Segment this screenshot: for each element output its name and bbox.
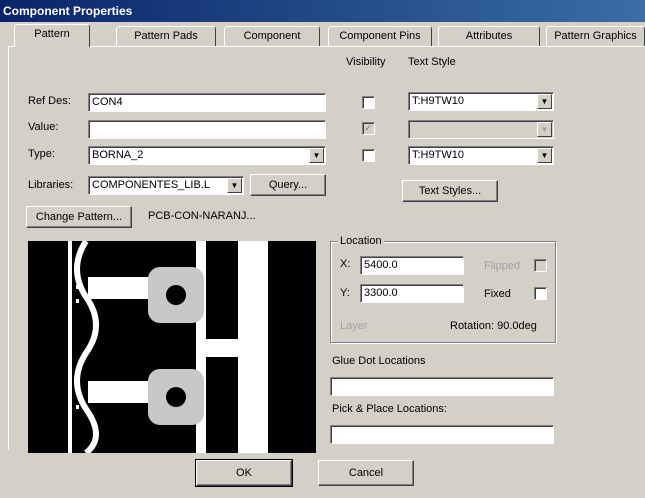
pattern-name: PCB-CON-NARANJ... [148, 210, 256, 222]
type-select[interactable]: BORNA_2 ▼ [88, 146, 326, 165]
flipped-checkbox[interactable] [534, 259, 547, 272]
value-visibility-checkbox[interactable]: ✓ [362, 122, 375, 135]
fixed-checkbox[interactable] [534, 287, 547, 300]
tab-label: Pattern [34, 28, 70, 40]
fixed-label: Fixed [484, 288, 511, 300]
pick-place-input[interactable] [330, 425, 554, 444]
tab-label: Component Pins [339, 30, 421, 42]
y-label: Y: [340, 287, 350, 299]
chevron-down-icon[interactable]: ▼ [537, 94, 552, 109]
ref-des-input[interactable]: CON4 [88, 93, 326, 112]
tab-label: Component [243, 30, 301, 42]
query-button[interactable]: Query... [250, 174, 326, 196]
tab-pattern[interactable]: Pattern [14, 24, 90, 47]
pad-drill [166, 285, 186, 305]
tab-label: Pattern Pads [134, 30, 198, 42]
x-label: X: [340, 258, 351, 270]
y-input[interactable]: 3300.0 [360, 284, 464, 303]
type-text-style-value: T:H9TW10 [412, 149, 464, 161]
value-input[interactable] [88, 120, 326, 139]
tab-label: Pattern Graphics [554, 30, 637, 42]
pick-place-label: Pick & Place Locations: [332, 403, 447, 415]
outline-strip [238, 241, 268, 453]
change-pattern-button[interactable]: Change Pattern... [26, 206, 132, 228]
libraries-value: COMPONENTES_LIB.L [92, 179, 210, 191]
pad-drill [166, 387, 186, 407]
chevron-down-icon[interactable]: ▼ [309, 148, 324, 163]
tab-attributes[interactable]: Attributes [438, 26, 540, 46]
title-bar: Component Properties [0, 0, 645, 22]
layer-label: Layer [340, 320, 368, 332]
tab-component[interactable]: Component [224, 26, 320, 46]
ref-des-label: Ref Des: [28, 95, 71, 107]
glue-dot-input[interactable] [330, 377, 554, 396]
visibility-header: Visibility [346, 56, 386, 68]
type-value: BORNA_2 [92, 149, 144, 161]
tab-component-pins[interactable]: Component Pins [328, 26, 432, 46]
ok-button[interactable]: OK [195, 459, 293, 487]
text-styles-button[interactable]: Text Styles... [402, 180, 498, 202]
value-text-style-select[interactable]: ▼ [408, 120, 554, 139]
cancel-button[interactable]: Cancel [318, 460, 414, 486]
text-style-header: Text Style [408, 56, 456, 68]
tab-pattern-graphics[interactable]: Pattern Graphics [546, 26, 645, 46]
pattern-preview [28, 239, 316, 456]
window-title: Component Properties [3, 4, 133, 18]
location-title: Location [338, 235, 384, 247]
chevron-down-icon[interactable]: ▼ [537, 122, 552, 137]
libraries-label: Libraries: [28, 179, 74, 191]
flipped-label: Flipped [484, 260, 521, 272]
ref-des-visibility-checkbox[interactable] [362, 96, 375, 109]
tab-label: Attributes [465, 30, 513, 42]
libraries-select[interactable]: COMPONENTES_LIB.L ▼ [88, 176, 244, 195]
rotation-label: Rotation: 90.0deg [450, 320, 537, 332]
chevron-down-icon[interactable]: ▼ [227, 178, 242, 193]
copper-trace [206, 339, 238, 357]
tab-pattern-pads[interactable]: Pattern Pads [116, 26, 216, 46]
pattern-preview-graphic [28, 239, 316, 456]
component-properties-dialog: Component Properties Pattern Pattern Pad… [0, 0, 645, 498]
x-input[interactable]: 5400.0 [360, 256, 464, 275]
value-label: Value: [28, 121, 59, 133]
chevron-down-icon[interactable]: ▼ [537, 148, 552, 163]
type-text-style-select[interactable]: T:H9TW10 ▼ [408, 146, 554, 165]
type-label: Type: [28, 148, 55, 160]
type-visibility-checkbox[interactable] [362, 149, 375, 162]
ref-des-text-style-value: T:H9TW10 [412, 95, 464, 107]
ref-des-text-style-select[interactable]: T:H9TW10 ▼ [408, 92, 554, 111]
glue-dot-label: Glue Dot Locations [332, 355, 426, 367]
